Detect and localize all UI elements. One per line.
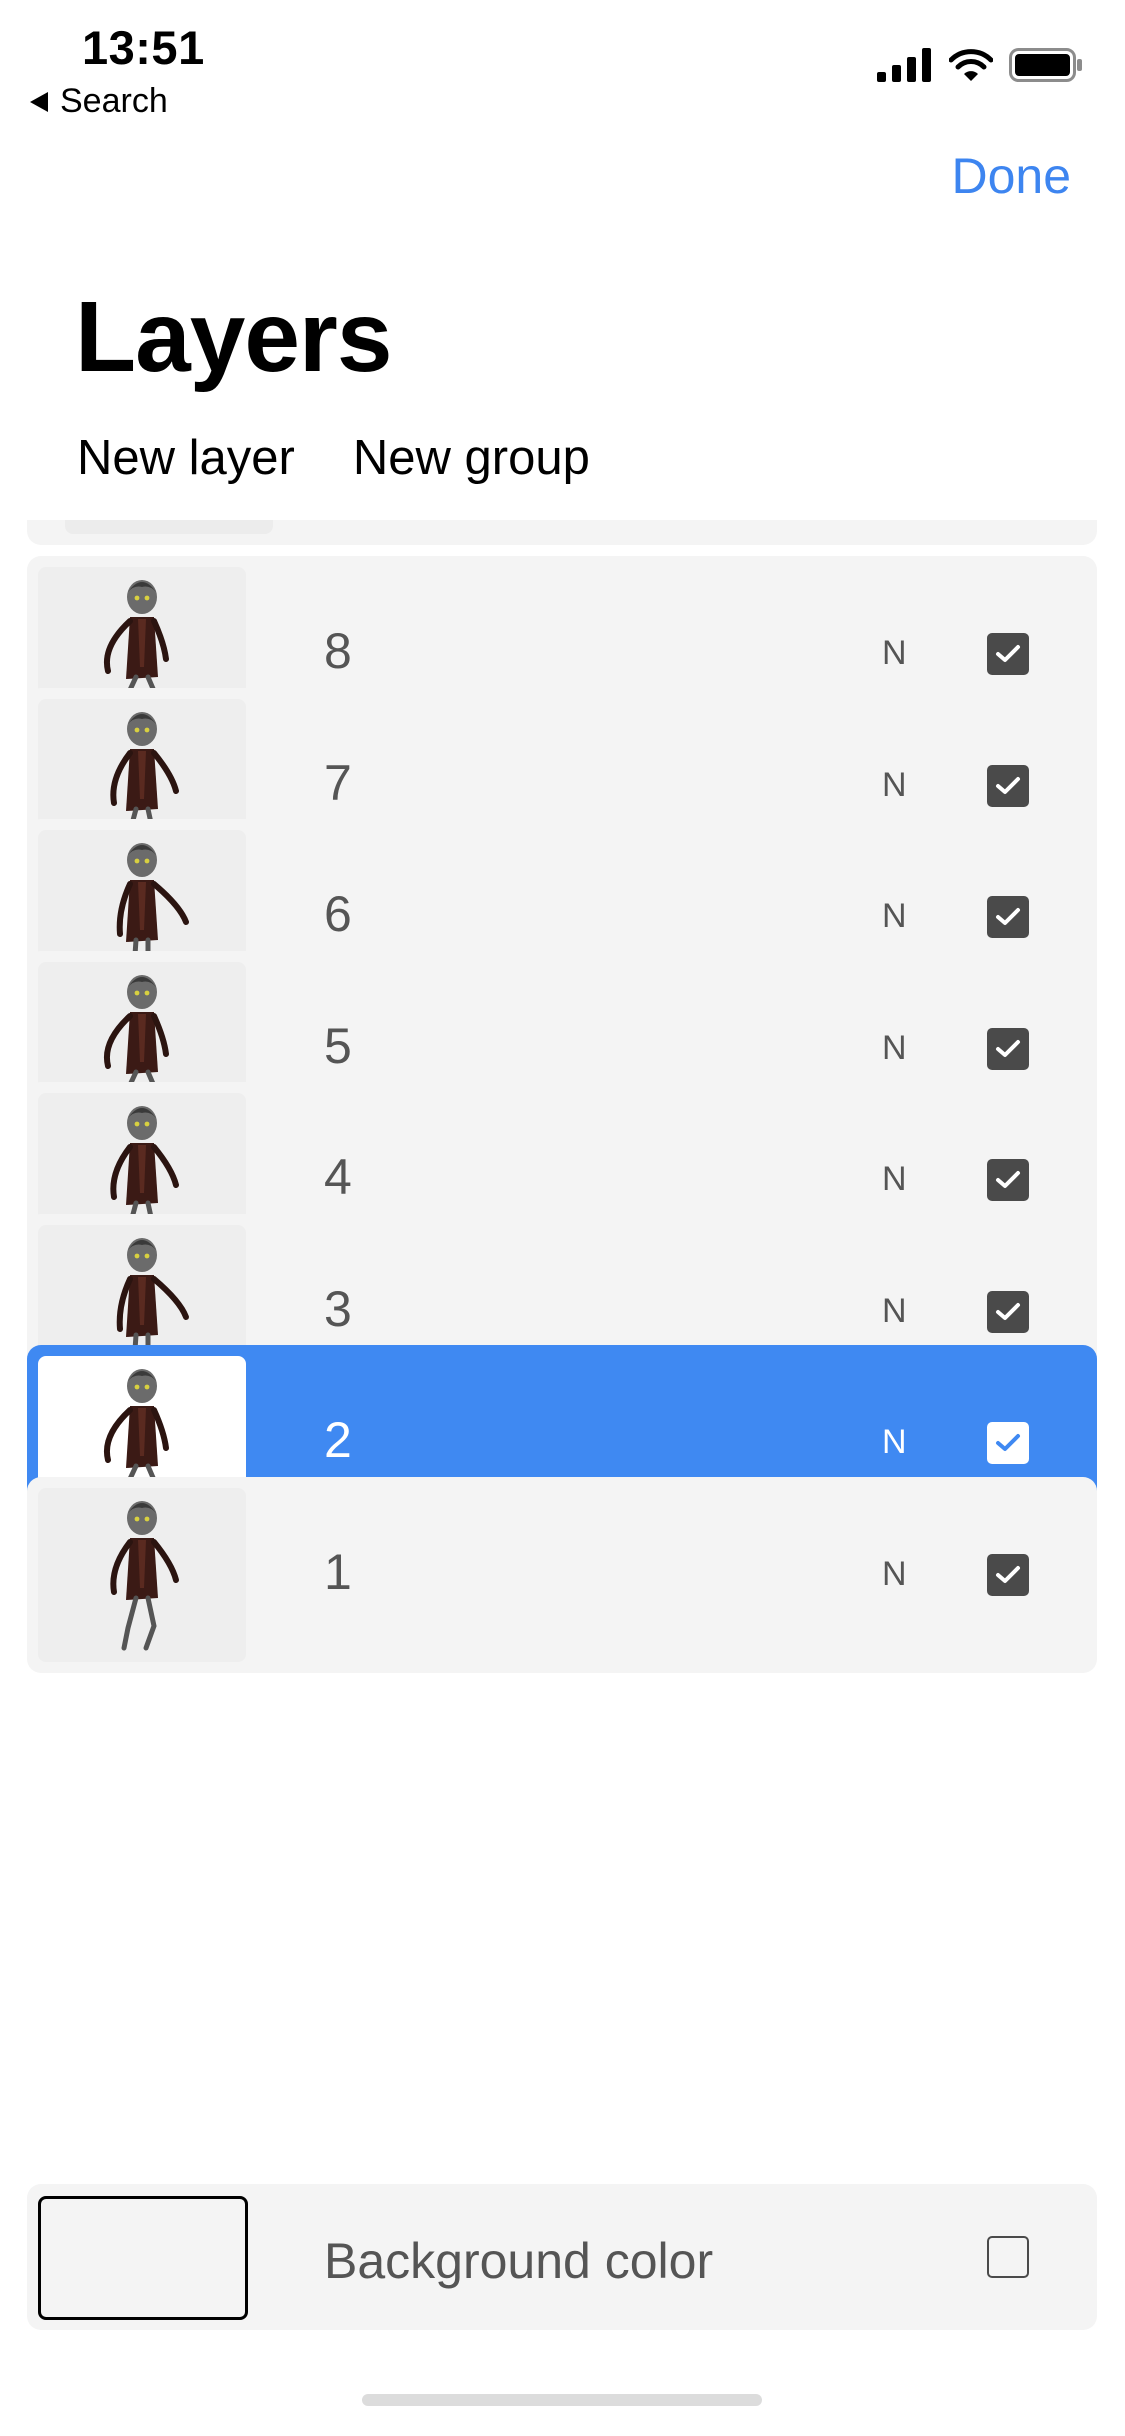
layer-row[interactable]: 1N [27, 1476, 1097, 1673]
home-indicator [362, 2394, 762, 2406]
done-button[interactable]: Done [951, 147, 1071, 205]
wifi-icon [949, 49, 993, 81]
page-title: Layers [75, 281, 392, 393]
layer-visibility-checkbox[interactable] [987, 1422, 1029, 1464]
character-figure-icon [110, 1500, 179, 1650]
layer-visibility-checkbox[interactable] [987, 1290, 1029, 1333]
blend-mode-button[interactable]: N [882, 1029, 907, 1068]
layer-visibility-checkbox[interactable] [987, 1027, 1029, 1070]
background-color-row[interactable]: Background color [27, 2184, 1097, 2330]
layer-name: 8 [324, 623, 352, 679]
layer-thumbnail [38, 1487, 246, 1662]
back-label: Search [60, 82, 168, 120]
blend-mode-button[interactable]: N [882, 897, 907, 936]
checkmark-icon [996, 1565, 1020, 1583]
layer-thumbnail [65, 520, 273, 534]
checkmark-icon [996, 1302, 1020, 1320]
new-group-button[interactable]: New group [353, 430, 590, 486]
cellular-signal-icon [877, 48, 931, 82]
layer-actions: New layer New group [77, 430, 590, 486]
layer-name: 3 [324, 1280, 352, 1337]
blend-mode-button[interactable]: N [882, 1292, 907, 1331]
layer-name: 5 [324, 1017, 352, 1074]
blend-mode-button[interactable]: N [882, 766, 907, 805]
layer-name: 2 [324, 1412, 352, 1468]
layer-visibility-checkbox[interactable] [987, 1159, 1029, 1201]
checkmark-icon [996, 1434, 1020, 1451]
layer-visibility-checkbox[interactable] [987, 764, 1029, 807]
layer-name: 1 [324, 1543, 352, 1600]
checkmark-icon [996, 776, 1020, 794]
blend-mode-button[interactable]: N [882, 1423, 907, 1462]
checkmark-icon [996, 1039, 1020, 1057]
background-color-swatch[interactable] [38, 2196, 248, 2320]
layer-visibility-checkbox[interactable] [987, 1553, 1029, 1596]
background-color-label: Background color [324, 2233, 714, 2289]
background-visibility-checkbox[interactable] [987, 2236, 1029, 2278]
layer-name: 7 [324, 754, 352, 811]
new-layer-button[interactable]: New layer [77, 430, 295, 486]
blend-mode-button[interactable]: N [882, 634, 907, 673]
checkmark-icon [996, 645, 1020, 662]
layer-visibility-checkbox[interactable] [987, 633, 1029, 675]
battery-icon [1009, 48, 1082, 82]
back-to-search[interactable]: Search [30, 82, 168, 121]
status-icons [877, 48, 1083, 82]
layer-list[interactable]: 8N7N6N5N4N3N2N1N Background color [0, 520, 1125, 2340]
layer-name: 6 [324, 886, 352, 942]
status-time: 13:51 [82, 21, 205, 74]
back-arrow-icon [30, 91, 48, 112]
partial-layer-row[interactable] [27, 520, 1097, 545]
blend-mode-button[interactable]: N [882, 1555, 907, 1594]
checkmark-icon [996, 1171, 1020, 1188]
layer-name: 4 [324, 1149, 352, 1205]
layer-visibility-checkbox[interactable] [987, 896, 1029, 938]
blend-mode-button[interactable]: N [882, 1160, 907, 1199]
checkmark-icon [996, 908, 1020, 925]
